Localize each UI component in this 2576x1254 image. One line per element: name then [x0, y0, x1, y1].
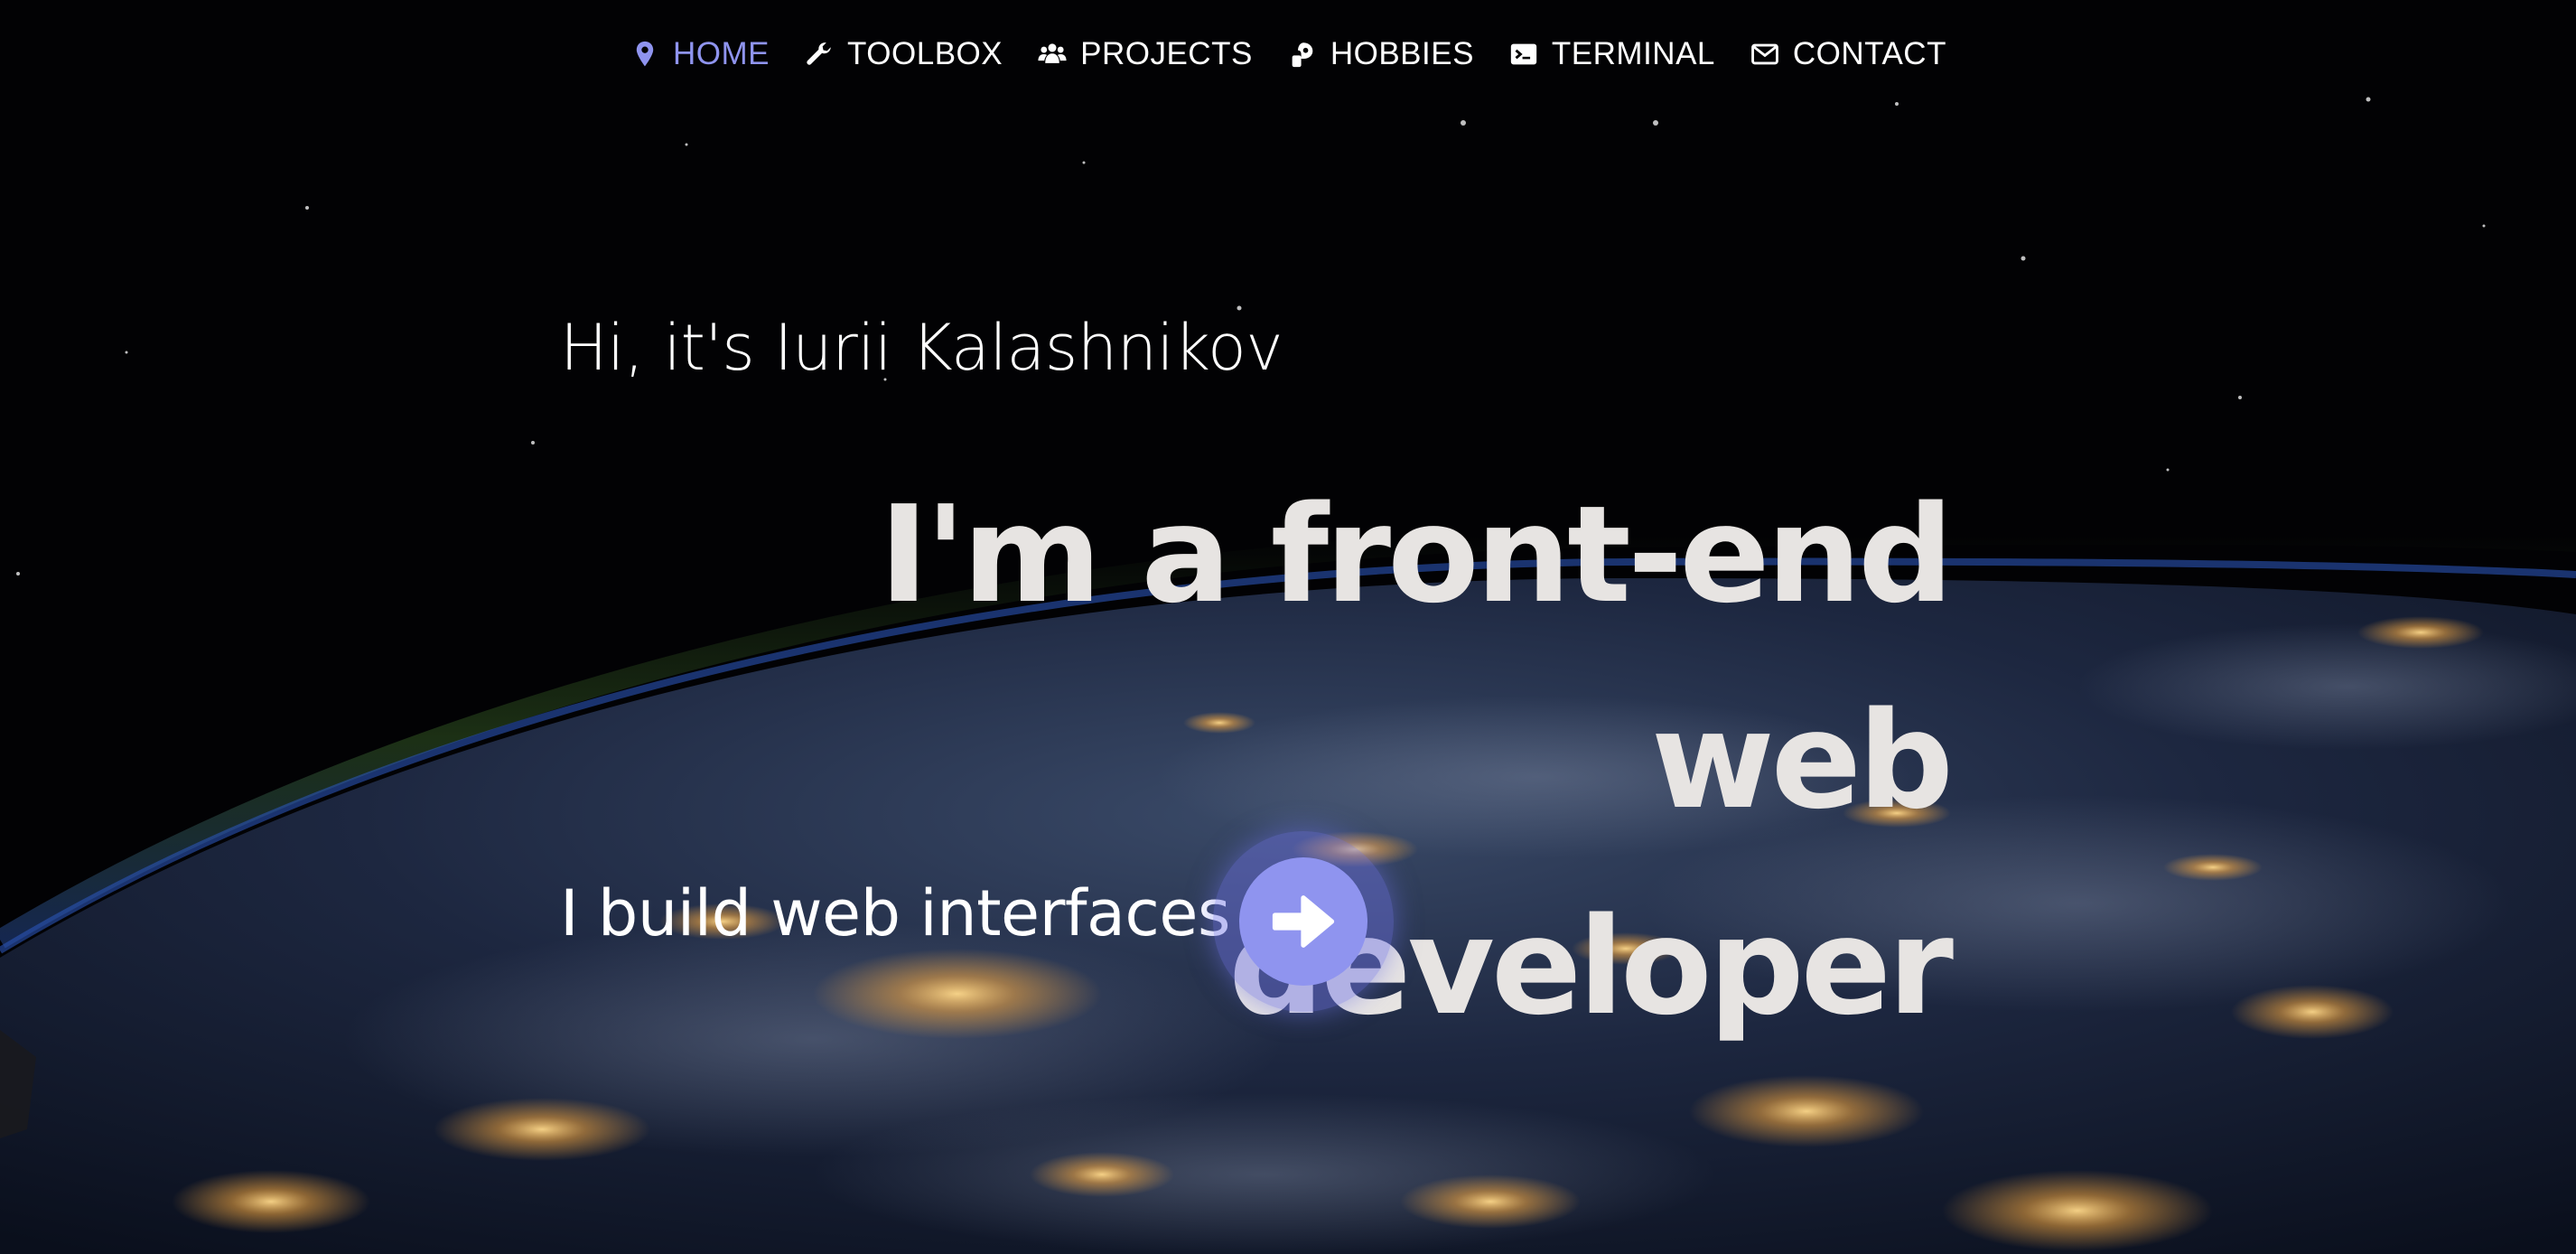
- next-section-button[interactable]: [1213, 831, 1394, 1012]
- users-icon: [1037, 39, 1068, 70]
- wrench-icon: [804, 39, 835, 70]
- map-pin-icon: [630, 39, 660, 70]
- arrow-right-icon: [1265, 884, 1341, 959]
- hobbies-icon: [1287, 39, 1318, 70]
- nav-item-home[interactable]: HOME: [630, 36, 770, 72]
- next-section-button-inner[interactable]: [1239, 857, 1367, 986]
- page: HOME TOOLBOX PROJECTS HOBBIES TERMINAL C…: [0, 0, 2576, 1254]
- nav-item-contact[interactable]: CONTACT: [1750, 36, 1946, 72]
- envelope-icon: [1750, 39, 1780, 70]
- nav-label-hobbies: HOBBIES: [1330, 36, 1474, 71]
- top-nav: HOME TOOLBOX PROJECTS HOBBIES TERMINAL C…: [0, 22, 2576, 87]
- hero-headline-line1: I'm a front-end web: [879, 477, 1954, 838]
- nav-label-toolbox: TOOLBOX: [847, 36, 1003, 71]
- terminal-icon: [1508, 39, 1539, 70]
- nav-item-hobbies[interactable]: HOBBIES: [1287, 36, 1474, 72]
- nav-label-home: HOME: [673, 36, 770, 71]
- nav-label-contact: CONTACT: [1792, 36, 1946, 71]
- nav-label-terminal: TERMINAL: [1551, 36, 1715, 71]
- nav-label-projects: PROJECTS: [1080, 36, 1253, 71]
- hero-greeting: Hi, it's Iurii Kalashnikov: [560, 311, 1283, 385]
- hero-tagline: I build web interfaces: [560, 876, 1230, 950]
- nav-item-toolbox[interactable]: TOOLBOX: [804, 36, 1003, 72]
- nav-item-terminal[interactable]: TERMINAL: [1508, 36, 1715, 72]
- nav-item-projects[interactable]: PROJECTS: [1037, 36, 1253, 72]
